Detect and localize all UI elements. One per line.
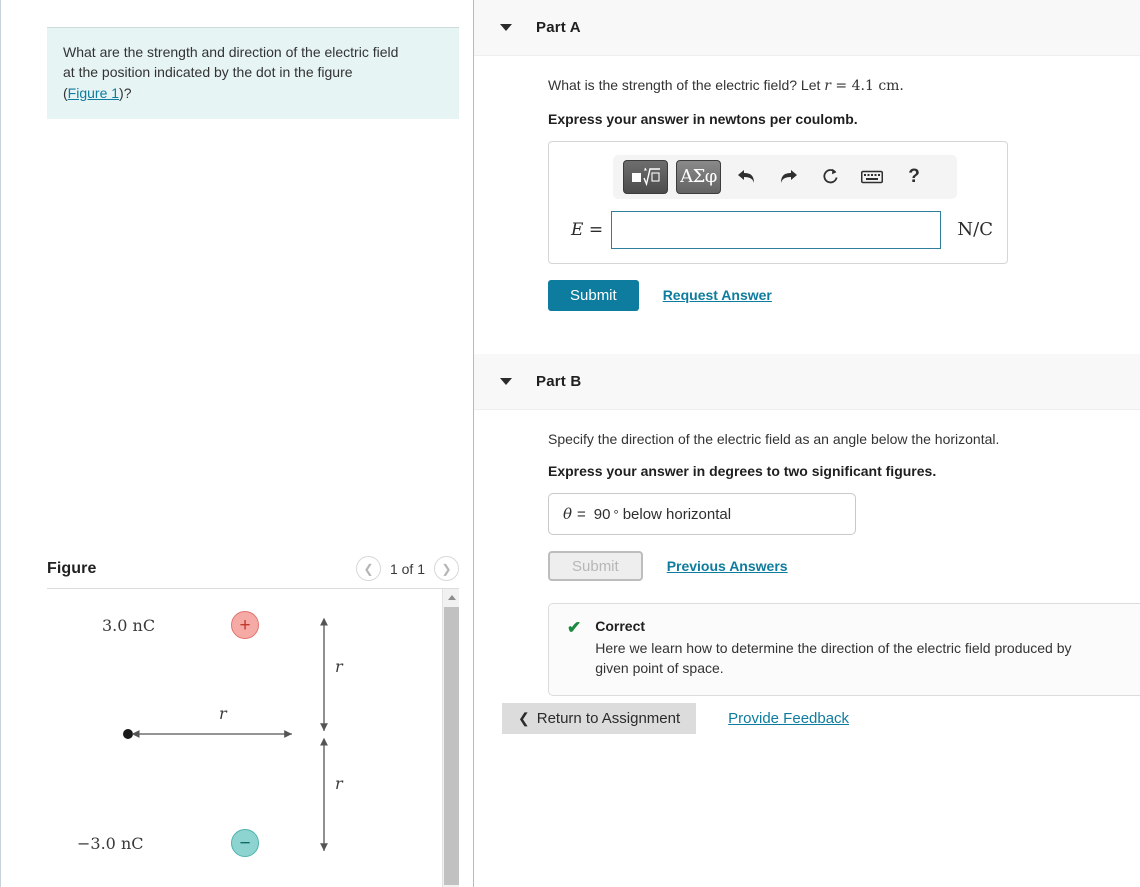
part-b-title: Part B bbox=[536, 372, 582, 390]
part-b-answer-suffix: below horizontal bbox=[622, 505, 732, 523]
greek-letters-button[interactable]: ΑΣφ bbox=[676, 159, 721, 194]
scroll-up-arrow[interactable] bbox=[443, 589, 459, 606]
part-a-body: What is the strength of the electric fie… bbox=[474, 56, 1140, 311]
feedback-line-2: given point of space. bbox=[595, 660, 724, 677]
keyboard-glyph bbox=[861, 170, 883, 183]
check-icon: ✔ bbox=[567, 618, 582, 638]
part-a-prompt-post: = 4.1 cm. bbox=[830, 78, 904, 94]
return-to-assignment-label: Return to Assignment bbox=[536, 710, 681, 727]
left-pane-inner: What are the strength and direction of t… bbox=[1, 0, 473, 887]
previous-answers-link[interactable]: Previous Answers bbox=[667, 558, 788, 574]
part-a-prompt-pre: What is the strength of the electric fie… bbox=[548, 77, 825, 93]
reset-icon[interactable] bbox=[813, 162, 847, 192]
part-a-submit-button[interactable]: Submit bbox=[548, 279, 639, 311]
right-pane: Part A What is the strength of the elect… bbox=[474, 0, 1140, 887]
figure-arrows bbox=[131, 617, 328, 851]
figure-diagram: 3.0 nC + −3.0 nC − r r r bbox=[47, 589, 437, 887]
left-pane: What are the strength and direction of t… bbox=[0, 0, 473, 887]
question-statement: What are the strength and direction of t… bbox=[47, 27, 459, 119]
part-b-equals: = bbox=[577, 505, 586, 523]
provide-feedback-link[interactable]: Provide Feedback bbox=[728, 710, 849, 727]
page-root: What are the strength and direction of t… bbox=[0, 0, 1140, 887]
question-line-1: What are the strength and direction of t… bbox=[63, 44, 399, 60]
figure-scrollbar[interactable] bbox=[442, 589, 459, 887]
return-to-assignment-button[interactable]: ❮ Return to Assignment bbox=[502, 703, 697, 734]
feedback-line-1: Here we learn how to determine the direc… bbox=[595, 640, 1072, 657]
part-a-title: Part A bbox=[536, 19, 581, 36]
keyboard-icon[interactable] bbox=[855, 162, 889, 192]
scrollbar-thumb[interactable] bbox=[444, 607, 459, 885]
feedback-title: Correct bbox=[595, 618, 646, 635]
question-line-2: at the position indicated by the dot in … bbox=[63, 64, 353, 81]
figure-next-button[interactable]: ❯ bbox=[434, 556, 459, 581]
question-paren-close: )? bbox=[119, 84, 132, 101]
part-b-actions: Submit Previous Answers bbox=[548, 551, 1140, 582]
undo-icon[interactable] bbox=[729, 162, 763, 192]
request-answer-link[interactable]: Request Answer bbox=[663, 287, 772, 303]
part-b-prompt: Specify the direction of the electric fi… bbox=[548, 430, 1000, 447]
part-b-header[interactable]: Part B bbox=[474, 353, 1140, 410]
caret-down-icon[interactable] bbox=[500, 24, 512, 31]
math-toolbar: ΑΣφ ? bbox=[613, 154, 957, 199]
reset-glyph bbox=[822, 168, 837, 184]
theta-symbol: θ bbox=[563, 505, 573, 524]
part-a-instruction: Express your answer in newtons per coulo… bbox=[548, 110, 858, 127]
figure-title: Figure bbox=[47, 559, 97, 577]
template-math-icon[interactable] bbox=[623, 159, 668, 194]
caret-down-icon[interactable] bbox=[500, 377, 512, 385]
footer-bar: ❮ Return to Assignment Provide Feedback bbox=[502, 703, 849, 734]
redo-icon[interactable] bbox=[771, 162, 805, 192]
part-b-body: Specify the direction of the electric fi… bbox=[474, 410, 1140, 696]
r-label-top: r bbox=[335, 657, 343, 676]
figure-prev-button[interactable]: ❮ bbox=[355, 556, 381, 581]
part-a-answer-input[interactable] bbox=[611, 210, 942, 249]
part-a-header[interactable]: Part A bbox=[474, 0, 1140, 56]
figure-header: Figure ❮ 1 of 1 ❯ bbox=[47, 550, 459, 587]
part-a-actions: Submit Request Answer bbox=[548, 279, 1140, 311]
redo-glyph bbox=[780, 170, 797, 184]
part-a-answer-row: E = N/C bbox=[563, 210, 993, 249]
part-b-instruction: Express your answer in degrees to two si… bbox=[548, 463, 937, 480]
part-b-answer-field[interactable]: θ = 90 ° below horizontal bbox=[548, 493, 856, 536]
degree-symbol: ° bbox=[613, 506, 619, 522]
r-label-horizontal: r bbox=[219, 704, 227, 723]
figure-viewport: 3.0 nC + −3.0 nC − r r r bbox=[47, 589, 459, 887]
part-b-submit-button: Submit bbox=[548, 551, 643, 582]
figure-pager: ❮ 1 of 1 ❯ bbox=[355, 556, 459, 581]
help-icon[interactable]: ? bbox=[897, 162, 931, 192]
part-a-unit-label: N/C bbox=[957, 219, 993, 241]
correct-feedback-box: ✔ Correct Here we learn how to determine… bbox=[548, 603, 1140, 696]
part-a-answer-widget: ΑΣφ ? E = N/C bbox=[548, 140, 1008, 264]
chevron-left-icon: ❮ bbox=[518, 710, 530, 726]
part-a-prompt: What is the strength of the electric fie… bbox=[548, 76, 1140, 97]
figure-page-count: 1 of 1 bbox=[389, 560, 425, 577]
part-b-answer-value: 90 bbox=[593, 505, 611, 523]
part-a-prompt-var: r bbox=[824, 78, 831, 94]
undo-glyph bbox=[737, 170, 754, 184]
r-label-bottom: r bbox=[335, 774, 343, 793]
figure-1-link[interactable]: Figure 1 bbox=[68, 85, 119, 101]
part-a-variable-label: E = bbox=[571, 219, 604, 240]
feedback-content: Correct Here we learn how to determine t… bbox=[595, 618, 1071, 679]
nth-root-glyph bbox=[631, 167, 660, 186]
